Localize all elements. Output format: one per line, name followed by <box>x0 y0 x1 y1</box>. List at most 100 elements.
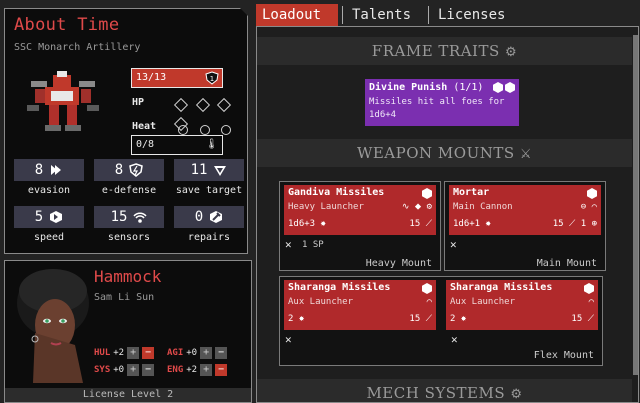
weapon-tags: ⌒ <box>588 297 594 307</box>
range-icon: ⟋ <box>569 219 576 229</box>
close-icon[interactable]: ✕ <box>450 238 457 251</box>
range-icon: ⟋ <box>425 219 432 229</box>
mech-name[interactable]: About Time <box>14 15 119 35</box>
weapon-card[interactable]: Sharanga Missiles Aux Launcher ⌒ 2 ✸ 15 … <box>284 280 436 330</box>
heat-bar[interactable]: 0/8 🌡 <box>131 135 223 155</box>
stat-box: 5 <box>14 206 84 228</box>
gear-icon: ⚙ <box>510 387 523 402</box>
mech-portrait-image <box>27 71 99 131</box>
weapon-card[interactable]: Mortar Main Cannon ⊖ ⌒ 1d6+1 ✸ 15 ⟋ 1 ⊕ <box>449 185 601 235</box>
flex-mount: Sharanga Missiles Aux Launcher ⌒ 2 ✸ 15 … <box>279 276 603 366</box>
section-mech-systems: MECH SYSTEMS ⚙ <box>257 379 632 402</box>
weapon-name: Mortar <box>453 187 490 198</box>
mount-label: Flex Mount <box>533 350 594 361</box>
section-title: MECH SYSTEMS <box>366 384 506 402</box>
stat-label: save target <box>175 185 243 196</box>
weapon-range: 15 ⟋ <box>409 314 432 324</box>
trait-tags <box>493 82 515 93</box>
weapon-name: Gandiva Missiles <box>288 187 385 198</box>
close-icon[interactable]: ✕ <box>451 333 458 346</box>
explosive-icon: ✸ <box>485 219 491 229</box>
stat-label: evasion <box>27 185 71 196</box>
weapon-tags: ⊖ ⌒ <box>580 202 597 212</box>
main-mount: Mortar Main Cannon ⊖ ⌒ 1d6+1 ✸ 15 ⟋ 1 ⊕ … <box>444 181 606 271</box>
damage-value: 2 <box>450 314 456 324</box>
stat-label: sensors <box>107 232 151 243</box>
stat-value: 8 <box>114 162 124 178</box>
section-frame-traits: FRAME TRAITS ⚙ <box>257 37 632 65</box>
pilot-callsign[interactable]: Hammock <box>94 267 161 286</box>
weapon-tags: ∿ ⬥ ⚙ <box>401 202 432 212</box>
stress-pip-icon <box>199 125 210 135</box>
trait-card[interactable]: Divine Punish (1/1) Missiles hit all foe… <box>365 79 519 126</box>
stat-label: repairs <box>187 232 231 243</box>
trait-title: Divine Punish (1/1) <box>369 82 483 93</box>
stat-label: e-defense <box>101 185 157 196</box>
weapon-type: Heavy Launcher <box>288 202 364 212</box>
damage-value: 2 <box>288 314 294 324</box>
decrease-button[interactable]: − <box>142 364 155 376</box>
stat-box: 11 <box>174 159 244 181</box>
skill-label: ENG <box>167 365 184 375</box>
mech-frame: SSC Monarch Artillery <box>14 42 141 53</box>
skill-value: +0 <box>186 348 198 358</box>
section-weapon-mounts: WEAPON MOUNTS ⚔ <box>257 139 632 167</box>
skill-eng: ENG +2 + − <box>167 364 228 376</box>
stat-repairs: 0 repairs <box>174 206 244 243</box>
save-target-icon <box>214 166 227 176</box>
range-value: 15 <box>409 219 421 229</box>
weapon-tag-icon <box>422 283 432 294</box>
pilot-portrait-image <box>17 269 89 383</box>
weapon-range: 15 ⟋ <box>409 219 432 229</box>
range-icon: ⟋ <box>587 314 594 324</box>
weapon-card[interactable]: Sharanga Missiles Aux Launcher ⌒ 2 ✸ 15 … <box>446 280 598 330</box>
blast-icon: ⊕ <box>591 219 597 229</box>
evasion-icon <box>51 165 62 175</box>
weapon-damage: 1d6+1 ✸ <box>453 219 491 229</box>
tab-talents[interactable]: Talents <box>346 4 417 26</box>
mech-panel: About Time SSC Monarch Artillery 13/13 1… <box>4 8 248 254</box>
tab-loadout[interactable]: Loadout <box>256 4 338 26</box>
weapon-range: 15 ⟋ 1 ⊕ <box>553 219 597 229</box>
decrease-button[interactable]: − <box>215 347 228 359</box>
loadout-panel: FRAME TRAITS ⚙ Divine Punish (1/1) Missi… <box>256 26 639 403</box>
decrease-button[interactable]: − <box>215 364 228 376</box>
skill-value: +2 <box>186 365 198 375</box>
skill-value: +0 <box>113 365 125 375</box>
skill-value: +2 <box>113 348 125 358</box>
armor-value: 1 <box>210 75 214 83</box>
weapon-type: Main Cannon <box>453 202 513 212</box>
increase-button[interactable]: + <box>127 347 140 359</box>
weapon-tag-icon <box>422 188 432 199</box>
damage-value: 1d6+3 <box>288 219 316 229</box>
hp-bar[interactable]: 13/13 1 <box>131 68 223 88</box>
explosive-icon: ✸ <box>320 219 326 229</box>
stress-pip-icon <box>221 125 232 135</box>
scrollbar[interactable] <box>633 35 638 375</box>
increase-button[interactable]: + <box>200 364 213 376</box>
crossed-swords-icon: ⚔ <box>519 147 533 162</box>
stat-sensors: 15 sensors <box>94 206 164 243</box>
decrease-button[interactable]: − <box>142 347 155 359</box>
weapon-card[interactable]: Gandiva Missiles Heavy Launcher ∿ ⬥ ⚙ 1d… <box>284 185 436 235</box>
stat-value: 5 <box>34 209 44 225</box>
close-icon[interactable]: ✕ <box>285 333 292 346</box>
weapon-type: Aux Launcher <box>288 297 354 307</box>
weapon-name: Sharanga Missiles <box>450 282 553 293</box>
stat-box: 0 <box>174 206 244 228</box>
license-level: License Level 2 <box>5 388 251 402</box>
close-icon[interactable]: ✕ <box>285 238 292 251</box>
tag-icon <box>505 82 515 93</box>
stress-pip-icon <box>178 125 188 135</box>
skill-label: AGI <box>167 348 184 358</box>
section-title: FRAME TRAITS <box>371 42 500 60</box>
structure-pip-icon <box>195 97 210 113</box>
structure-pip-icon <box>217 97 232 113</box>
tab-licenses[interactable]: Licenses <box>432 4 511 26</box>
mount-label: Heavy Mount <box>365 258 432 269</box>
increase-button[interactable]: + <box>200 347 213 359</box>
stat-e-defense: 8 e-defense <box>94 159 164 196</box>
increase-button[interactable]: + <box>127 364 140 376</box>
weapon-damage: 1d6+3 ✸ <box>288 219 326 229</box>
hp-label: HP <box>132 97 145 108</box>
